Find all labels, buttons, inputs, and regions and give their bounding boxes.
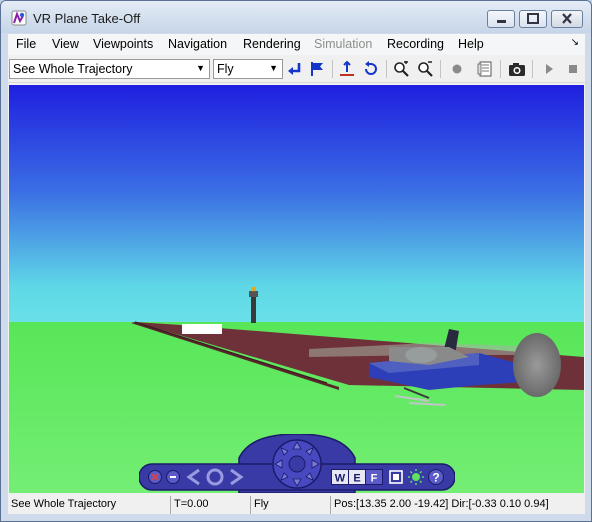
zoom-in-icon	[394, 61, 409, 77]
menu-dock-arrow-icon[interactable]: ↘	[571, 37, 579, 48]
viewpoint-select[interactable]: See Whole Trajectory ▼	[9, 59, 210, 79]
status-bar: See Whole Trajectory T=0.00 Fly Pos:[13.…	[8, 496, 585, 514]
camera-icon	[509, 63, 525, 76]
maximize-icon	[527, 13, 539, 24]
application-window: VR Plane Take-Off File View Viewpoints N…	[0, 0, 592, 522]
maximize-button[interactable]	[519, 10, 547, 28]
viewpoints-panel-icon[interactable]	[387, 468, 405, 486]
headlight-icon[interactable]	[407, 468, 425, 486]
stop-simulation-button[interactable]	[564, 60, 582, 78]
svg-text:W: W	[335, 473, 346, 485]
undo-icon	[365, 61, 377, 75]
close-button[interactable]	[551, 10, 583, 28]
examine-mode-button[interactable]: E	[348, 469, 366, 485]
menu-help[interactable]: Help	[458, 37, 484, 51]
menu-viewpoints[interactable]: Viewpoints	[93, 37, 153, 51]
runway-marker	[182, 324, 222, 334]
record-icon	[452, 64, 462, 74]
vr-app-icon	[11, 10, 27, 26]
capture-frame-button[interactable]	[508, 60, 526, 78]
sky	[9, 85, 584, 323]
svg-text:?: ?	[432, 471, 439, 485]
minimize-icon	[497, 20, 506, 23]
navigation-mode-select[interactable]: Fly ▼	[213, 59, 283, 79]
help-icon[interactable]: ?	[427, 468, 445, 486]
zoom-out-button[interactable]	[416, 60, 434, 78]
minimize-panel-icon[interactable]	[165, 469, 181, 485]
straighten-up-button[interactable]	[338, 60, 356, 78]
chevron-down-icon: ▼	[269, 63, 278, 73]
straighten-icon	[340, 61, 354, 76]
menu-file[interactable]: File	[16, 37, 36, 51]
zoom-out-icon	[418, 61, 433, 77]
svg-text:F: F	[371, 473, 378, 485]
return-arrow-icon	[288, 63, 301, 75]
scene	[9, 85, 584, 493]
title-bar[interactable]: VR Plane Take-Off	[1, 1, 591, 33]
walk-mode-button[interactable]: W	[331, 469, 349, 485]
zoom-in-button[interactable]	[392, 60, 410, 78]
undo-move-button[interactable]	[362, 60, 380, 78]
menu-rendering[interactable]: Rendering	[243, 37, 301, 51]
navigation-mode-value: Fly	[217, 62, 234, 76]
viewpoint-select-value: See Whole Trajectory	[13, 62, 133, 76]
3d-viewport[interactable]: W E F ?	[9, 85, 584, 493]
close-panel-icon[interactable]	[147, 469, 163, 485]
document-icon	[477, 61, 492, 77]
close-icon	[562, 13, 572, 24]
minimize-button[interactable]	[487, 10, 515, 28]
return-to-viewpoint-button[interactable]	[286, 60, 304, 78]
capture-options-button[interactable]	[476, 60, 494, 78]
status-viewpoint: See Whole Trajectory	[8, 496, 171, 514]
client-area: File View Viewpoints Navigation Renderin…	[8, 34, 585, 514]
menu-bar: File View Viewpoints Navigation Renderin…	[8, 34, 585, 55]
create-viewpoint-button[interactable]	[308, 60, 326, 78]
chevron-down-icon: ▼	[196, 63, 205, 73]
svg-text:E: E	[353, 473, 360, 485]
menu-simulation[interactable]: Simulation	[314, 37, 372, 51]
record-button[interactable]	[448, 60, 466, 78]
status-position: Pos:[13.35 2.00 -19.42] Dir:[-0.33 0.10 …	[334, 498, 549, 510]
turn-arrows-icon[interactable]	[185, 467, 245, 487]
stop-icon	[569, 65, 577, 73]
menu-recording[interactable]: Recording	[387, 37, 444, 51]
status-navigation-mode: Fly	[251, 496, 331, 514]
play-icon	[546, 64, 553, 74]
toolbar: See Whole Trajectory ▼ Fly ▼	[8, 56, 585, 83]
flag-icon	[311, 62, 323, 76]
fly-mode-button[interactable]: F	[365, 469, 383, 485]
window-title: VR Plane Take-Off	[33, 11, 141, 26]
menu-navigation[interactable]: Navigation	[168, 37, 227, 51]
status-time: T=0.00	[171, 496, 251, 514]
start-simulation-button[interactable]	[540, 60, 558, 78]
menu-view[interactable]: View	[52, 37, 79, 51]
